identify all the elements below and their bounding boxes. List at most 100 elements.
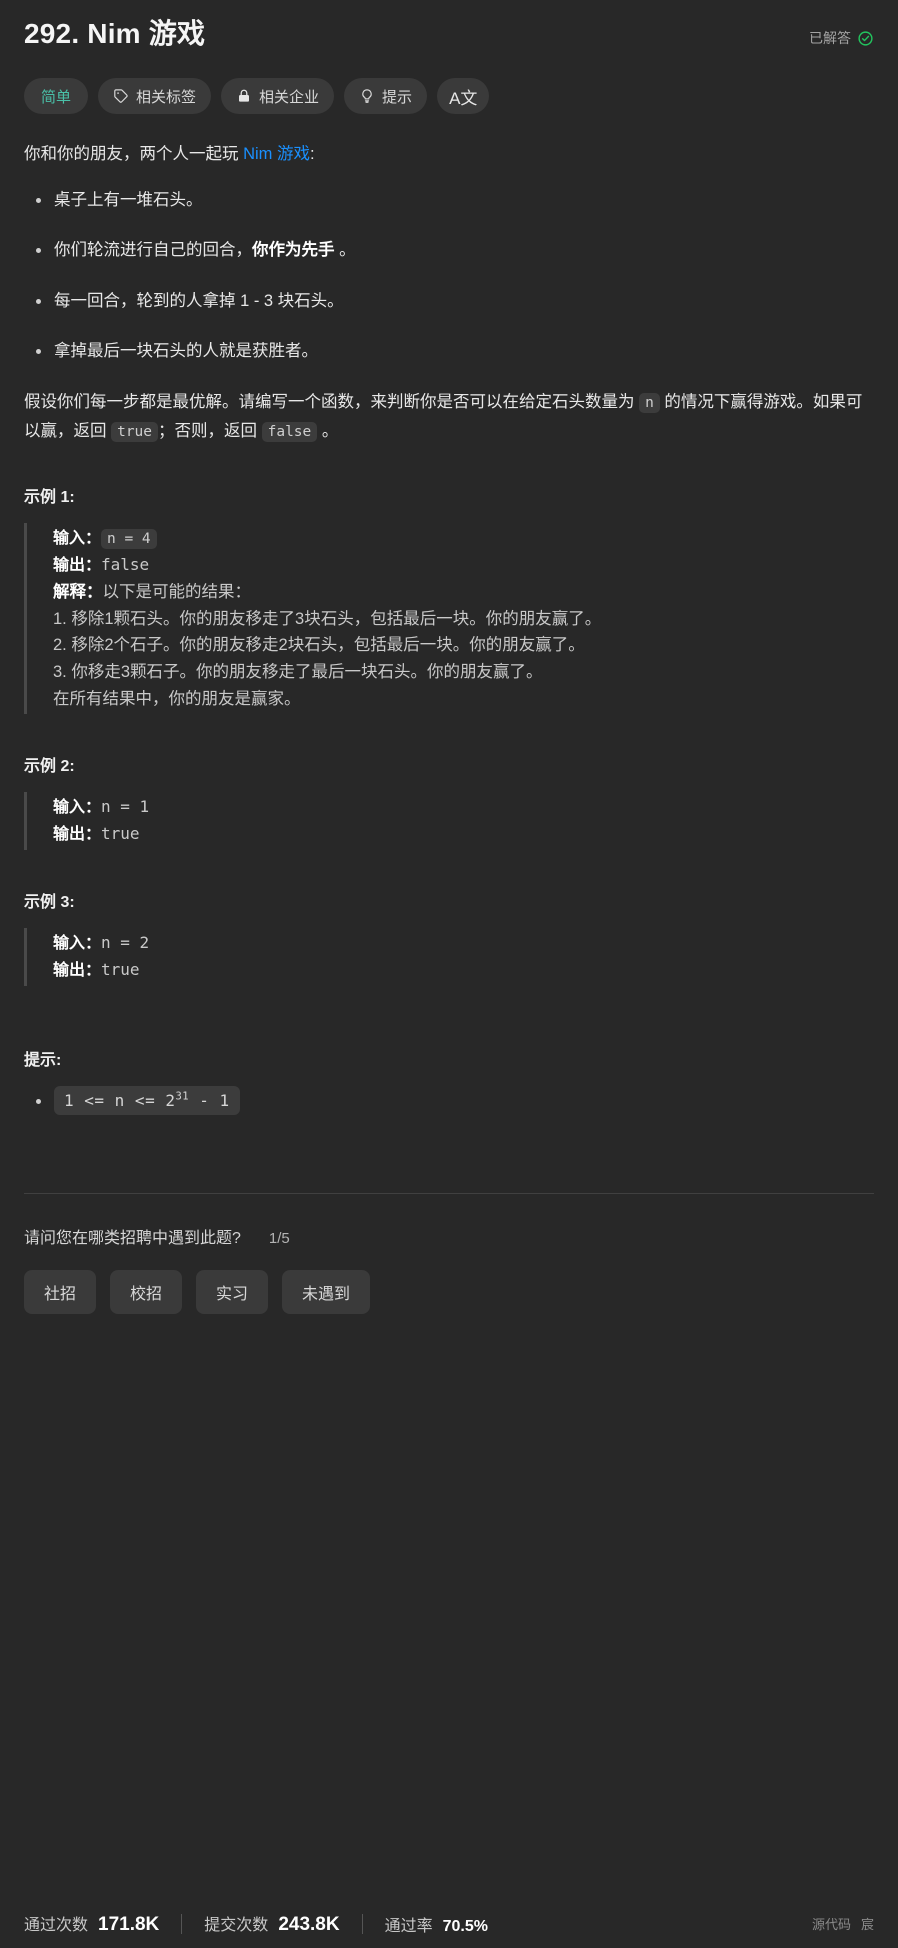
explain-label: 解释：: [53, 582, 103, 601]
tag-icon: [113, 88, 129, 104]
survey-option-xiaozhao[interactable]: 校招: [110, 1270, 183, 1315]
example-output-row: 输出：false: [53, 552, 874, 579]
watermark-author: 宸: [860, 1917, 874, 1932]
lightbulb-icon: [359, 88, 375, 104]
rule-text: 桌子上有一堆石头。: [54, 190, 203, 209]
explain-line: 2. 移除2个石子。你的朋友移走2块石头，包括最后一块。你的朋友赢了。: [53, 636, 585, 655]
output-label: 输出：: [53, 826, 102, 844]
example-2-block: 输入：n = 1 输出：true: [24, 792, 874, 851]
inline-code-true: true: [111, 421, 159, 442]
difficulty-label: 简单: [41, 88, 72, 106]
output-value: false: [101, 554, 150, 574]
related-tags-pill[interactable]: 相关标签: [98, 78, 212, 115]
constraint-prefix: 1 <= n <= 2: [64, 1091, 176, 1111]
example-2-title: 示例 2:: [24, 758, 75, 776]
constraint-expression: 1 <= n <= 231 - 1: [54, 1086, 240, 1116]
statistics-bar: 通过次数 171.8K 提交次数 243.8K 通过率 70.5% 源代码 宸: [24, 1911, 874, 1936]
explain-line: 在所有结果中，你的朋友是赢家。: [53, 689, 301, 708]
example-output-row: 输出：true: [53, 957, 874, 984]
accepted-value: 171.8K: [98, 1914, 160, 1935]
related-companies-pill[interactable]: 相关企业: [221, 78, 335, 115]
survey-section: 请问您在哪类招聘中遇到此题? 1/5 社招 校招 实习 未遇到: [24, 1224, 874, 1315]
solved-label: 已解答: [809, 30, 851, 46]
inline-code-false: false: [261, 421, 318, 442]
constraint-exponent: 31: [175, 1090, 190, 1103]
inline-code-n: n: [639, 393, 660, 414]
survey-question-row: 请问您在哪类招聘中遇到此题? 1/5: [24, 1224, 874, 1248]
output-value: true: [101, 824, 140, 844]
example-explain-row: 解释：以下是可能的结果：: [53, 579, 874, 606]
rule-tail: 。: [334, 241, 356, 260]
list-item: 拿掉最后一块石头的人就是获胜者。: [36, 338, 874, 364]
constraint-suffix: - 1: [189, 1091, 230, 1111]
stat-divider: [361, 1913, 363, 1934]
attribute-pill-row: 简单 相关标签 相关企业 提示 A文: [24, 78, 874, 115]
intro-text-before: 你和你的朋友，两个人一起玩: [24, 145, 244, 164]
intro-text-after: :: [310, 145, 315, 164]
input-value: n = 1: [101, 797, 150, 817]
rule-text: 每一回合，轮到的人拿掉 1 - 3 块石头。: [54, 291, 344, 310]
rate-value: 70.5%: [442, 1917, 488, 1935]
input-value: n = 2: [101, 933, 150, 953]
lock-icon: [236, 88, 252, 104]
survey-counter: 1/5: [268, 1230, 290, 1248]
survey-question: 请问您在哪类招聘中遇到此题?: [24, 1230, 241, 1248]
problem-page: 292. Nim 游戏 已解答 简单 相关标签 相关企业 提示 A文 你和你的朋…: [0, 0, 898, 1948]
watermark: 源代码 宸: [812, 1914, 874, 1933]
status-badge: 已解答: [809, 28, 874, 48]
submissions-stat[interactable]: 提交次数 243.8K: [204, 1911, 339, 1936]
input-label: 输入：: [53, 530, 102, 548]
constraints-list: 1 <= n <= 231 - 1: [24, 1086, 874, 1116]
explain-line: 3. 你移走3颗石子。你的朋友移走了最后一块石头。你的朋友赢了。: [53, 663, 543, 682]
output-label: 输出：: [53, 962, 102, 980]
accepted-label: 通过次数: [24, 1917, 89, 1934]
example-input-row: 输入：n = 2: [53, 930, 874, 957]
related-tags-label: 相关标签: [136, 88, 197, 106]
list-item: 你们轮流进行自己的回合，你作为先手 。: [36, 237, 874, 263]
list-item: 1 <= n <= 231 - 1: [36, 1086, 874, 1116]
hints-pill[interactable]: 提示: [344, 78, 428, 115]
input-label: 输入：: [53, 799, 102, 817]
summary-paragraph: 假设你们每一步都是最优解。请编写一个函数，来判断你是否可以在给定石头数量为 n …: [24, 388, 874, 445]
translate-pill[interactable]: A文: [437, 78, 490, 115]
rule-text: 你们轮流进行自己的回合，: [54, 241, 252, 260]
explain-line: 1. 移除1颗石头。你的朋友移走了3块石头，包括最后一块。你的朋友赢了。: [53, 609, 602, 628]
rule-emphasis: 你作为先手: [252, 241, 335, 260]
submissions-label: 提交次数: [204, 1917, 269, 1934]
summary-text-3: ；否则，返回: [158, 421, 262, 440]
watermark-source: 源代码: [811, 1917, 851, 1932]
problem-description: 你和你的朋友，两个人一起玩 Nim 游戏: 桌子上有一堆石头。 你们轮流进行自己…: [24, 140, 874, 1116]
stat-divider: [181, 1913, 183, 1934]
difficulty-pill[interactable]: 简单: [24, 78, 89, 115]
problem-header: 292. Nim 游戏 已解答: [24, 0, 874, 52]
related-companies-label: 相关企业: [259, 88, 320, 106]
summary-text-4: 。: [317, 421, 339, 440]
example-3-title: 示例 3:: [24, 894, 75, 912]
constraints-title: 提示:: [24, 1052, 62, 1070]
list-item: 每一回合，轮到的人拿掉 1 - 3 块石头。: [36, 288, 874, 314]
submissions-value: 243.8K: [278, 1914, 340, 1935]
survey-divider: [24, 1193, 874, 1195]
list-item: 桌子上有一堆石头。: [36, 187, 874, 213]
accepted-stat[interactable]: 通过次数 171.8K: [24, 1911, 159, 1936]
example-input-row: 输入： n = 4: [53, 525, 874, 552]
example-1-title: 示例 1:: [24, 489, 75, 507]
example-3-block: 输入：n = 2 输出：true: [24, 928, 874, 987]
summary-text-1: 假设你们每一步都是最优解。请编写一个函数，来判断你是否可以在给定石头数量为: [24, 393, 640, 412]
input-label: 输入：: [53, 935, 102, 953]
example-output-row: 输出：true: [53, 821, 874, 848]
nim-game-link[interactable]: Nim 游戏: [243, 145, 310, 163]
rule-text: 拿掉最后一块石头的人就是获胜者。: [54, 341, 318, 360]
rate-label: 通过率: [384, 1917, 433, 1935]
survey-option-weiyudao[interactable]: 未遇到: [282, 1270, 371, 1315]
check-circle-icon: [857, 30, 874, 47]
output-value: true: [101, 960, 140, 980]
input-value: n = 4: [101, 529, 157, 550]
explain-head: 以下是可能的结果：: [102, 582, 252, 601]
example-input-row: 输入：n = 1: [53, 794, 874, 821]
intro-paragraph: 你和你的朋友，两个人一起玩 Nim 游戏:: [24, 140, 874, 168]
hints-pill-label: 提示: [382, 88, 413, 106]
acceptance-rate-stat[interactable]: 通过率 70.5%: [385, 1912, 488, 1936]
survey-option-shixi[interactable]: 实习: [196, 1270, 269, 1315]
survey-option-shezhao[interactable]: 社招: [24, 1270, 97, 1315]
